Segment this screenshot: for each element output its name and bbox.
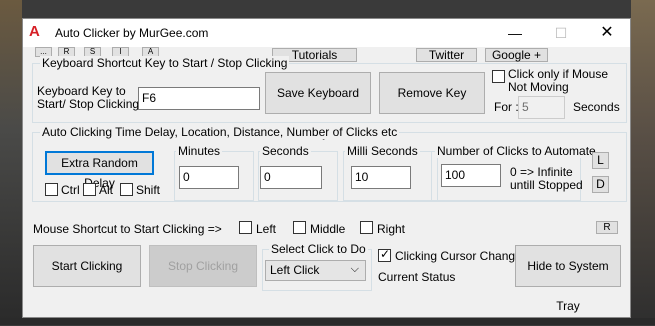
right-mouse-checkbox[interactable]: [360, 221, 373, 234]
click-only-if-mouse-not-moving-checkbox[interactable]: [492, 70, 505, 83]
minutes-input[interactable]: 0: [179, 166, 239, 189]
timing-group-title: Auto Clicking Time Delay, Location, Dist…: [40, 125, 400, 139]
click-only-label-line1: Click only if Mouse: [508, 67, 609, 81]
desktop-background-left: [0, 0, 22, 325]
ctrl-label: Ctrl: [61, 183, 80, 197]
keyboard-key-label-line1: Keyboard Key to: [37, 84, 126, 98]
select-click-label: Select Click to Do: [269, 242, 368, 256]
click-only-label-line2: Not Moving: [508, 80, 569, 94]
alt-label: Alt: [99, 183, 114, 197]
number-of-clicks-label: Number of Clicks to Automate: [435, 144, 598, 158]
keyboard-key-input[interactable]: F6: [138, 87, 260, 110]
title-bar[interactable]: A Auto Clicker by MurGee.com — ☐ ✕: [23, 19, 630, 47]
shift-label: Shift: [136, 183, 161, 197]
seconds-input[interactable]: 0: [260, 166, 322, 189]
save-keyboard-key-button[interactable]: Save Keyboard Key: [265, 72, 371, 140]
right-mouse-label: Right: [377, 222, 406, 236]
click-type-value: Left Click: [270, 263, 320, 277]
start-clicking-button[interactable]: Start Clicking: [33, 245, 141, 287]
middle-mouse-label: Middle: [310, 222, 346, 236]
keyboard-key-label-line2: Start/ Stop Clicking :: [37, 97, 146, 111]
ctrl-checkbox[interactable]: [45, 183, 58, 196]
milli-seconds-label: Milli Seconds: [345, 144, 420, 158]
r-button[interactable]: R: [596, 221, 618, 234]
close-icon[interactable]: ✕: [584, 19, 630, 47]
auto-clicker-window: A Auto Clicker by MurGee.com — ☐ ✕ ... R…: [22, 18, 631, 318]
desktop-background-right: [631, 0, 655, 325]
clicking-cursor-change-label: Clicking Cursor Change: [395, 249, 522, 263]
for-label: For :: [494, 100, 519, 114]
milli-seconds-input[interactable]: 10: [351, 166, 411, 189]
click-type-select[interactable]: Left Click ⌵: [265, 260, 366, 281]
shift-checkbox[interactable]: [120, 183, 133, 196]
remove-key-button[interactable]: Remove Key: [379, 72, 485, 114]
not-moving-seconds-input: 5: [518, 96, 565, 119]
middle-mouse-checkbox[interactable]: [293, 221, 306, 234]
minimize-icon[interactable]: —: [492, 19, 538, 47]
window-title: Auto Clicker by MurGee.com: [55, 26, 209, 40]
app-logo-icon: A: [29, 23, 40, 40]
extra-random-delay-button[interactable]: Extra Random Delay: [45, 151, 154, 190]
keyboard-shortcut-group-title: Keyboard Shortcut Key to Start / Stop Cl…: [40, 56, 290, 70]
infinite-info-line2: untill Stopped: [510, 178, 583, 192]
hide-to-system-tray-button[interactable]: Hide to System Tray: [515, 245, 621, 313]
number-of-clicks-input[interactable]: 100: [441, 164, 501, 187]
minutes-label: Minutes: [176, 144, 223, 158]
mouse-shortcut-label: Mouse Shortcut to Start Clicking =>: [33, 222, 222, 236]
seconds-label: Seconds: [260, 144, 311, 158]
alt-checkbox[interactable]: [83, 183, 96, 196]
twitter-button[interactable]: Twitter: [416, 48, 477, 62]
maximize-icon[interactable]: ☐: [538, 19, 584, 47]
chevron-down-icon: ⌵: [350, 263, 359, 275]
d-button[interactable]: D: [592, 176, 609, 193]
clicking-cursor-change-checkbox[interactable]: [378, 247, 391, 262]
stop-clicking-button: Stop Clicking: [149, 245, 257, 287]
infinite-info-line1: 0 => Infinite: [510, 165, 573, 179]
left-mouse-checkbox[interactable]: [239, 221, 252, 234]
seconds-unit-label: Seconds: [573, 100, 620, 114]
l-button[interactable]: L: [592, 152, 609, 169]
google-plus-button[interactable]: Google +: [485, 48, 548, 62]
left-mouse-label: Left: [256, 222, 277, 236]
current-status-label: Current Status: [378, 270, 456, 284]
